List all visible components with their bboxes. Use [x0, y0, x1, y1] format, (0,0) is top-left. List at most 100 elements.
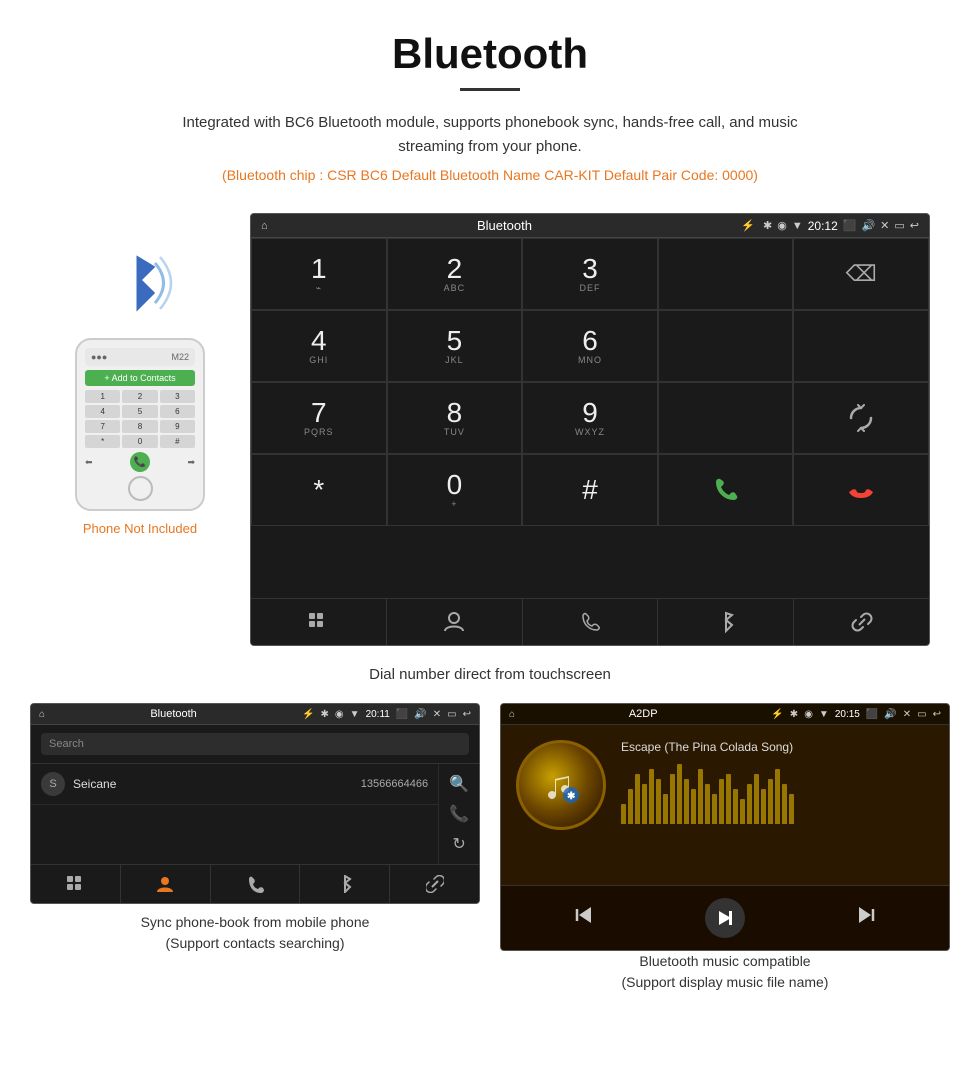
eq-bar [684, 779, 689, 824]
phone-key-6: 6 [160, 405, 195, 418]
page-header: Bluetooth Integrated with BC6 Bluetooth … [0, 0, 980, 213]
eq-bar [719, 779, 724, 824]
bluetooth-signal-icon [100, 243, 180, 323]
bottom-screenshots: ⌂ Bluetooth ⚡ ✱ ◉ ▼ 20:11 ⬛ 🔊 ✕ ▭ ↩ Sear… [0, 703, 980, 993]
pb-nav-link[interactable] [390, 865, 479, 903]
pb-vol-icon: 🔊 [414, 709, 426, 720]
eq-bar [775, 769, 780, 824]
pb-nav-bt[interactable] [300, 865, 390, 903]
music-back-icon: ↩ [933, 709, 941, 720]
nav-link[interactable] [794, 599, 929, 645]
music-note-icon: ✱ [541, 765, 581, 805]
phone-key-star: * [85, 435, 120, 448]
pb-home-icon: ⌂ [39, 709, 45, 720]
dial-empty-1 [658, 238, 794, 310]
eq-bar [768, 779, 773, 824]
dial-key-3[interactable]: 3 DEF [522, 238, 658, 310]
nav-bluetooth[interactable] [658, 599, 794, 645]
link-icon [851, 611, 873, 633]
pb-win-icon: ▭ [447, 709, 456, 720]
status-close-icon: ✕ [880, 219, 889, 232]
pb-nav-phone[interactable] [211, 865, 301, 903]
music-caption: Bluetooth music compatible(Support displ… [500, 951, 950, 993]
nav-contacts[interactable] [387, 599, 523, 645]
status-usb-icon: ⚡ [741, 219, 755, 232]
status-signal-icon: ▼ [792, 220, 803, 232]
eq-bar [782, 784, 787, 824]
pb-nav-bar [31, 864, 479, 903]
music-album-art: ✱ [516, 740, 606, 830]
pb-bt-icon: ✱ [321, 709, 329, 720]
screen-nav-bar [251, 598, 929, 645]
music-main-area: ✱ Escape (The Pina Colada Song) [501, 725, 949, 885]
page-description: Integrated with BC6 Bluetooth module, su… [150, 111, 830, 159]
pb-nav-apps[interactable] [31, 865, 121, 903]
status-bt-icon: ✱ [763, 219, 772, 232]
nav-apps[interactable] [251, 599, 387, 645]
dial-call-red[interactable] [793, 454, 929, 526]
pb-time: 20:11 [366, 709, 390, 720]
phone-keypad-mini: 1 2 3 4 5 6 7 8 9 * 0 # [85, 390, 195, 448]
pb-signal-icon: ▼ [350, 709, 360, 720]
eq-bar [761, 789, 766, 824]
dial-key-9[interactable]: 9 WXYZ [522, 382, 658, 454]
music-play-pause-button[interactable] [705, 898, 745, 938]
eq-bar [642, 784, 647, 824]
eq-bar [747, 784, 752, 824]
pb-location-icon: ◉ [335, 709, 344, 720]
pb-contact-name: Seicane [73, 777, 361, 791]
dial-key-0[interactable]: 0 + [387, 454, 523, 526]
eq-bar [740, 799, 745, 824]
music-usb-icon: ⚡ [771, 709, 783, 720]
pb-refresh-icon[interactable]: ↻ [452, 834, 465, 854]
pb-contact-row: S Seicane 13566664466 [31, 764, 438, 805]
dial-key-hash[interactable]: # [522, 454, 658, 526]
dial-key-5[interactable]: 5 JKL [387, 310, 523, 382]
phone-key-hash: # [160, 435, 195, 448]
screen-status-bar: ⌂ Bluetooth ⚡ ✱ ◉ ▼ 20:12 ⬛ 🔊 ✕ ▭ ↩ [251, 214, 929, 238]
dial-key-6[interactable]: 6 MNO [522, 310, 658, 382]
phone-key-5: 5 [122, 405, 157, 418]
dial-call-green[interactable] [658, 454, 794, 526]
sync-icon [847, 404, 875, 432]
pb-close-icon: ✕ [433, 709, 441, 720]
phone-icon [579, 611, 601, 633]
phone-call-btn: 📞 [130, 452, 150, 472]
status-icons: ✱ ◉ ▼ 20:12 ⬛ 🔊 ✕ ▭ ↩ [763, 219, 919, 233]
play-pause-icon [713, 906, 737, 930]
dial-key-star[interactable]: * [251, 454, 387, 526]
phone-not-included-label: Phone Not Included [83, 521, 197, 536]
phone-key-0: 0 [122, 435, 157, 448]
phone-screen-top: ●●●M22 [85, 348, 195, 366]
pb-nav-person[interactable] [121, 865, 211, 903]
pb-search-row: Search [31, 725, 479, 764]
pb-apps-icon [66, 875, 84, 893]
eq-bar [726, 774, 731, 824]
dial-key-2[interactable]: 2 ABC [387, 238, 523, 310]
prev-track-icon [571, 903, 595, 927]
phone-key-4: 4 [85, 405, 120, 418]
pb-call-icon[interactable]: 📞 [449, 804, 469, 824]
music-block: ⌂ A2DP ⚡ ✱ ◉ ▼ 20:15 ⬛ 🔊 ✕ ▭ ↩ [500, 703, 950, 993]
dial-sync[interactable] [793, 382, 929, 454]
page-specs: (Bluetooth chip : CSR BC6 Default Blueto… [20, 167, 960, 183]
status-volume-icon: 🔊 [861, 219, 875, 232]
dial-backspace[interactable]: ⌫ [793, 238, 929, 310]
eq-bar [656, 779, 661, 824]
pb-search-box[interactable]: Search [41, 733, 469, 755]
status-camera-icon: ⬛ [843, 219, 857, 232]
nav-phone[interactable] [523, 599, 659, 645]
pb-contact-initial: S [41, 772, 65, 796]
phone-illustration: ●●●M22 + Add to Contacts 1 2 3 4 5 6 7 8… [50, 213, 230, 536]
phone-key-3: 3 [160, 390, 195, 403]
pb-search-icon[interactable]: 🔍 [449, 774, 469, 794]
status-back-icon: ↩ [910, 219, 919, 232]
dial-key-1[interactable]: 1 ⌁ [251, 238, 387, 310]
dial-key-4[interactable]: 4 GHI [251, 310, 387, 382]
dial-key-7[interactable]: 7 PQRS [251, 382, 387, 454]
music-next-button[interactable] [850, 898, 884, 938]
eq-bar [677, 764, 682, 824]
status-home-icon: ⌂ [261, 220, 268, 232]
dial-key-8[interactable]: 8 TUV [387, 382, 523, 454]
music-prev-button[interactable] [566, 898, 600, 938]
